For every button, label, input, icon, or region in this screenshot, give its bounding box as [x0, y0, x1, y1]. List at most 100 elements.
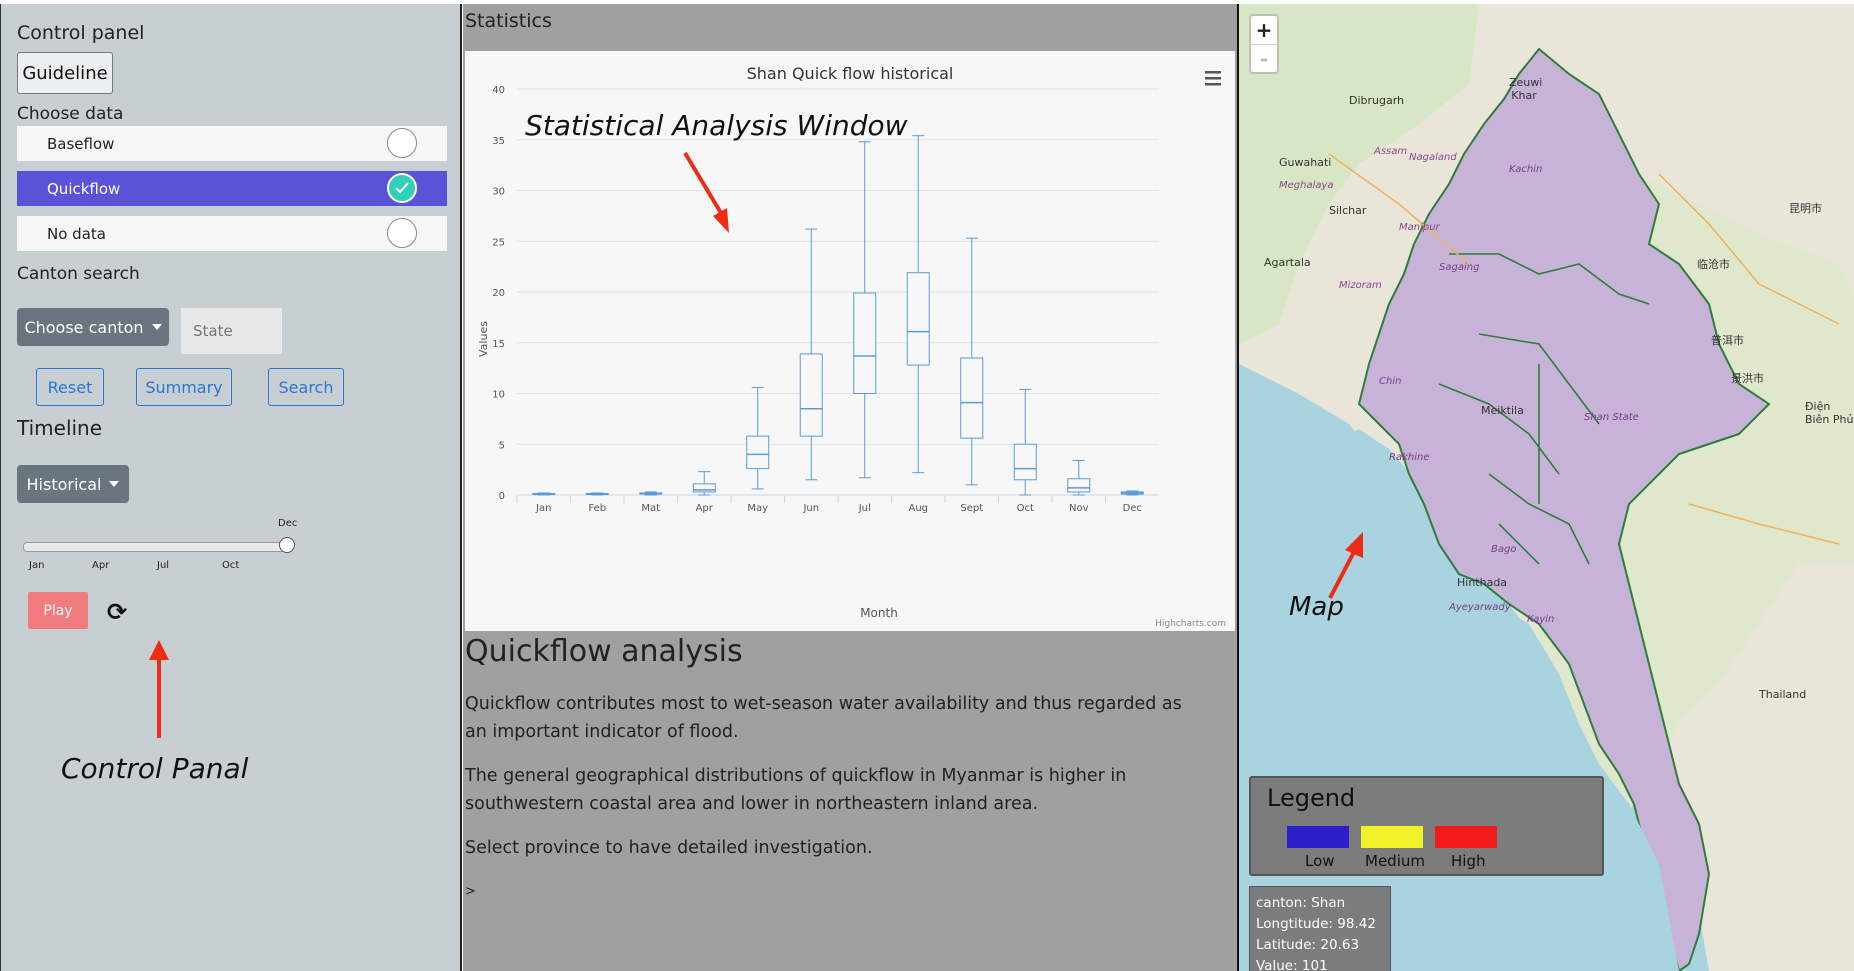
- slider-tick: Apr: [92, 560, 110, 571]
- timeline-label: Timeline: [17, 416, 103, 440]
- info-value: Value: 101: [1256, 958, 1328, 971]
- box-plot-item: [960, 237, 984, 486]
- choose-canton-label: Choose canton: [24, 317, 144, 337]
- map-place-label: Dibrugarh: [1349, 94, 1405, 107]
- control-panel-title: Control panel: [17, 22, 145, 44]
- data-option-no-data[interactable]: No data: [17, 216, 447, 251]
- map-place-label: Kachin: [1509, 164, 1543, 175]
- box-rect: [1067, 478, 1091, 493]
- legend-swatch-high: [1435, 826, 1497, 848]
- caret-down-icon: [151, 324, 162, 330]
- info-canton: canton: Shan: [1256, 895, 1346, 911]
- radio-circle-icon: [387, 128, 417, 158]
- box-rect: [692, 483, 716, 493]
- data-option-label: Baseflow: [47, 134, 115, 153]
- chart-credit: Highcharts.com: [1155, 619, 1226, 629]
- reset-button[interactable]: Reset: [36, 368, 104, 406]
- box-rect: [799, 353, 823, 437]
- y-tick-label: 40: [492, 85, 505, 96]
- map-place-label: 临沧市: [1697, 258, 1730, 271]
- slider-value-label: Dec: [278, 518, 298, 529]
- data-option-label: Quickflow: [47, 179, 121, 198]
- slider-tick: Jan: [29, 560, 45, 571]
- map-place-label: Thailand: [1759, 688, 1807, 701]
- legend-label-medium: Medium: [1365, 852, 1425, 870]
- x-tick-label: Jul: [858, 503, 871, 514]
- y-tick-label: 10: [492, 390, 505, 401]
- y-tick-label: 15: [492, 339, 505, 350]
- box-plot-item: [853, 141, 877, 479]
- box-plot-item: [906, 135, 930, 474]
- chart-y-label: Values: [477, 321, 490, 357]
- map-place-label: Sagaing: [1439, 262, 1480, 273]
- zoom-in-button[interactable]: +: [1251, 16, 1277, 44]
- statistics-panel: Statistics Shan Quick flow historical 0 5…: [463, 4, 1237, 971]
- timeline-mode-dropdown[interactable]: Historical: [17, 465, 129, 503]
- canton-search-label: Canton search: [17, 264, 140, 284]
- info-longitude: Longtitude: 98.42: [1256, 916, 1376, 932]
- choose-canton-dropdown[interactable]: Choose canton: [17, 308, 169, 346]
- box-plot-item: [585, 492, 609, 496]
- refresh-icon[interactable]: ⟳: [107, 598, 127, 626]
- analysis-title: Quickflow analysis: [465, 634, 743, 669]
- box-plot-item: [799, 228, 823, 481]
- map-place-label: Agartala: [1264, 256, 1311, 269]
- map-place-label: Manipur: [1399, 222, 1440, 233]
- map-info-box: canton: Shan Longtitude: 98.42 Latitude:…: [1249, 886, 1391, 971]
- map-place-label: Shan State: [1584, 412, 1639, 423]
- legend-label-high: High: [1451, 852, 1486, 870]
- guideline-button[interactable]: Guideline: [17, 52, 113, 94]
- slider-tick: Oct: [222, 560, 240, 571]
- hamburger-menu-icon[interactable]: [1205, 71, 1221, 86]
- box-plot-item: [1067, 459, 1091, 496]
- annotation-arrow-icon: [683, 151, 729, 233]
- x-tick-label: Mat: [641, 503, 660, 514]
- chart-container: Shan Quick flow historical 0 5 10 15 20 25 30 3…: [465, 51, 1235, 631]
- legend-swatch-medium: [1361, 826, 1423, 848]
- analysis-prompt: >: [465, 884, 476, 899]
- caret-down-icon: [109, 481, 120, 487]
- map-place-label: Zeuwi Khar: [1509, 76, 1543, 102]
- y-tick-label: 0: [499, 491, 505, 502]
- annotation-arrow-icon: [149, 640, 169, 738]
- x-tick-label: Jun: [802, 503, 819, 514]
- map-place-label: Bago: [1491, 544, 1517, 555]
- summary-button[interactable]: Summary: [136, 368, 232, 406]
- analysis-paragraph: The general geographical distributions o…: [465, 766, 1127, 814]
- map-place-label: Meiktila: [1481, 404, 1524, 417]
- x-tick-label: Apr: [696, 503, 714, 514]
- play-button[interactable]: Play: [28, 592, 88, 629]
- timeline-slider-handle[interactable]: [279, 537, 295, 553]
- map-view[interactable]: Dibrugarh Guwahati Silchar Agartala Megh…: [1237, 4, 1854, 971]
- analysis-paragraph: Quickflow contributes most to wet-season…: [465, 694, 1182, 742]
- zoom-out-button[interactable]: -: [1251, 44, 1277, 73]
- radio-circle-icon: [387, 218, 417, 248]
- search-button[interactable]: Search: [268, 368, 344, 406]
- stats-annotation: Statistical Analysis Window: [525, 109, 908, 142]
- x-tick-label: May: [747, 503, 768, 514]
- data-option-quickflow[interactable]: Quickflow: [17, 171, 447, 206]
- map-place-label: 普洱市: [1711, 334, 1744, 347]
- box-plot-item: [1013, 388, 1037, 496]
- x-tick-label: Sept: [960, 503, 983, 514]
- map-place-label: Meghalaya: [1279, 180, 1334, 191]
- box-rect: [1013, 443, 1037, 481]
- state-input[interactable]: [181, 308, 282, 354]
- timeline-slider-track[interactable]: [23, 542, 291, 552]
- legend-label-low: Low: [1305, 852, 1335, 870]
- y-tick-label: 20: [492, 288, 505, 299]
- x-tick-label: Feb: [588, 503, 606, 514]
- statistics-header: Statistics: [465, 10, 552, 32]
- chart-x-label: Month: [860, 606, 898, 620]
- data-option-baseflow[interactable]: Baseflow: [17, 126, 447, 161]
- map-place-label: Silchar: [1329, 204, 1367, 217]
- boxplot-chart: Shan Quick flow historical 0 5 10 15 20 25 30 3…: [477, 64, 1226, 629]
- checkmark-icon: [387, 173, 417, 203]
- x-tick-label: Dec: [1123, 503, 1142, 514]
- y-tick-label: 30: [492, 187, 505, 198]
- map-annotation: Map: [1289, 592, 1344, 622]
- box-rect: [960, 357, 984, 439]
- zoom-control: + -: [1249, 14, 1279, 74]
- control-panel: Control panel Guideline Choose data Base…: [0, 4, 462, 971]
- legend-swatch-low: [1287, 826, 1349, 848]
